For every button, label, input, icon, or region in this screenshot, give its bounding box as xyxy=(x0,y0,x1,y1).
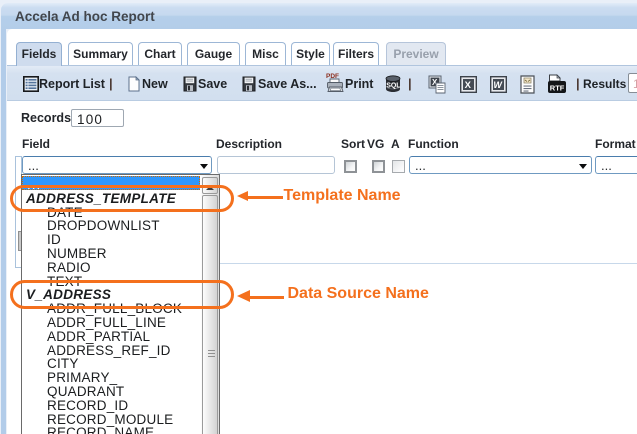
svg-text:X: X xyxy=(465,80,472,91)
svg-text:W: W xyxy=(493,80,503,90)
svg-text:RTF: RTF xyxy=(550,84,565,93)
svg-text:SQL: SQL xyxy=(386,83,401,90)
